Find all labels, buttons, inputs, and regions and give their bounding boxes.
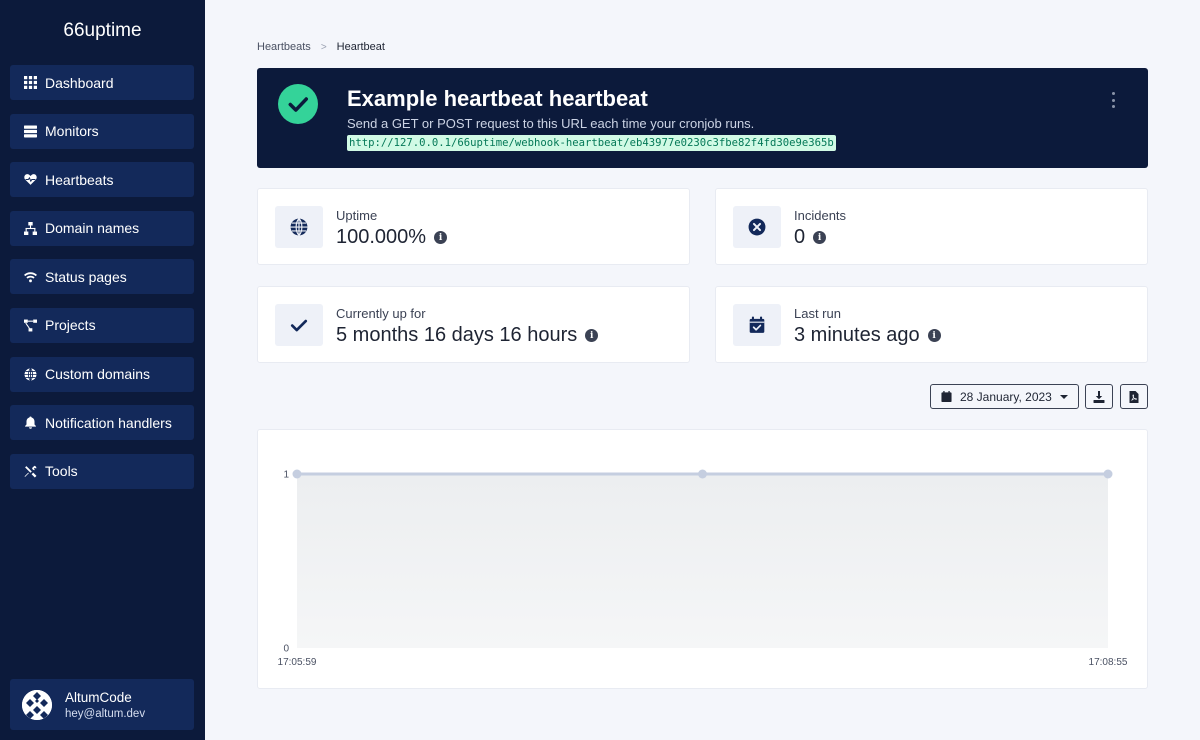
user-email: hey@altum.dev (65, 707, 146, 720)
sidebar-item-label: Heartbeats (45, 171, 114, 188)
sidebar-item-label: Projects (45, 317, 96, 334)
sidebar-item-custom-domains[interactable]: Custom domains (10, 356, 194, 392)
bell-icon (23, 416, 37, 430)
heartbeat-url[interactable]: http://127.0.0.1/66uptime/webhook-heartb… (347, 135, 836, 151)
sidebar-item-label: Custom domains (45, 366, 151, 383)
stat-value-text: 100.000% (336, 226, 427, 248)
breadcrumb-current: Heartbeat (336, 41, 385, 53)
wifi-icon (23, 270, 37, 284)
globe-icon (23, 367, 37, 381)
date-range-picker[interactable]: 28 January, 2023 (930, 384, 1079, 409)
info-icon[interactable]: i (813, 231, 827, 244)
tools-icon (23, 464, 37, 478)
chart-plot: 0 1 17:05:59 17:08:55 (278, 469, 1128, 668)
sidebar-item-dashboard[interactable]: Dashboard (10, 65, 194, 100)
stat-value-last-run: 3 minutes ago i (794, 324, 941, 347)
heartbeat-icon (23, 173, 37, 187)
heartbeat-description: Send a GET or POST request to this URL e… (347, 116, 755, 131)
breadcrumb: Heartbeats > Heartbeat (257, 41, 385, 53)
times-circle-icon (733, 206, 781, 248)
stat-label: Incidents (794, 208, 847, 223)
user-menu[interactable]: AltumCode hey@altum.dev (10, 679, 194, 730)
y-tick-label: 0 (283, 644, 289, 655)
y-tick-label: 1 (283, 470, 289, 481)
stat-value-text: 0 (794, 226, 806, 248)
stat-card-uptime: Uptime 100.000% i (257, 188, 690, 265)
page-title: Example heartbeat heartbeat (347, 86, 648, 111)
uptime-chart: 0 1 17:05:59 17:08:55 (257, 429, 1148, 689)
stat-card-up-for: Currently up for 5 months 16 days 16 hou… (257, 286, 690, 363)
status-check-icon (278, 84, 318, 124)
stat-value-incidents: 0 i (794, 226, 827, 249)
sidebar-item-label: Tools (45, 463, 78, 480)
chart-point (292, 469, 302, 479)
stat-value-uptime: 100.000% i (336, 226, 448, 249)
sidebar-item-label: Status pages (45, 268, 127, 285)
sidebar-item-notification-handlers[interactable]: Notification handlers (10, 405, 194, 441)
sidebar: 66uptime Dashboard Monitors Heartbeats D… (0, 0, 205, 740)
brand-logo[interactable]: 66uptime (0, 20, 205, 42)
info-icon[interactable]: i (434, 231, 448, 244)
export-pdf-button[interactable] (1120, 384, 1148, 409)
sidebar-item-domain-names[interactable]: Domain names (10, 210, 194, 246)
avatar (22, 689, 52, 720)
server-icon (23, 124, 37, 138)
sidebar-item-label: Notification handlers (45, 414, 172, 431)
network-icon (23, 221, 37, 235)
stat-label: Currently up for (336, 306, 426, 321)
date-range-label: 28 January, 2023 (960, 389, 1052, 404)
stat-value-up-for: 5 months 16 days 16 hours i (336, 324, 599, 347)
globe-icon (275, 206, 323, 248)
calendar-check-icon (733, 304, 781, 346)
sidebar-item-label: Dashboard (45, 74, 114, 91)
info-icon[interactable]: i (927, 329, 941, 342)
x-tick-label: 17:05:59 (278, 657, 317, 668)
download-icon (1093, 390, 1105, 403)
sidebar-item-status-pages[interactable]: Status pages (10, 259, 194, 295)
stat-label: Last run (794, 306, 841, 321)
user-name: AltumCode (65, 689, 132, 705)
sidebar-item-label: Domain names (45, 220, 140, 237)
chart-area (297, 474, 1108, 648)
stat-value-text: 5 months 16 days 16 hours (336, 324, 578, 346)
sidebar-item-heartbeats[interactable]: Heartbeats (10, 162, 194, 198)
project-diagram-icon (23, 318, 37, 332)
calendar-icon (941, 391, 952, 402)
download-button[interactable] (1085, 384, 1113, 409)
info-icon[interactable]: i (585, 329, 599, 342)
chevron-down-icon (1060, 395, 1068, 399)
sidebar-item-monitors[interactable]: Monitors (10, 113, 194, 149)
stat-card-last-run: Last run 3 minutes ago i (715, 286, 1148, 363)
sidebar-nav: Dashboard Monitors Heartbeats Domain nam… (10, 65, 194, 502)
chart-point (698, 469, 707, 479)
breadcrumb-separator: > (320, 41, 327, 53)
avatar-pattern-icon (22, 689, 52, 720)
grid-icon (23, 76, 37, 90)
sidebar-item-tools[interactable]: Tools (10, 453, 194, 489)
file-pdf-icon (1129, 390, 1139, 403)
check-icon (275, 304, 323, 346)
stat-value-text: 3 minutes ago (794, 324, 920, 346)
more-options-icon[interactable] (1108, 92, 1118, 108)
stat-card-incidents: Incidents 0 i (715, 188, 1148, 265)
stat-label: Uptime (336, 208, 378, 223)
sidebar-item-projects[interactable]: Projects (10, 307, 194, 343)
heartbeat-header: Example heartbeat heartbeat Send a GET o… (257, 68, 1148, 168)
chart-point (1103, 469, 1113, 479)
sidebar-item-label: Monitors (45, 123, 99, 140)
breadcrumb-link-heartbeats[interactable]: Heartbeats (257, 41, 311, 53)
x-tick-label: 17:08:55 (1089, 657, 1128, 668)
